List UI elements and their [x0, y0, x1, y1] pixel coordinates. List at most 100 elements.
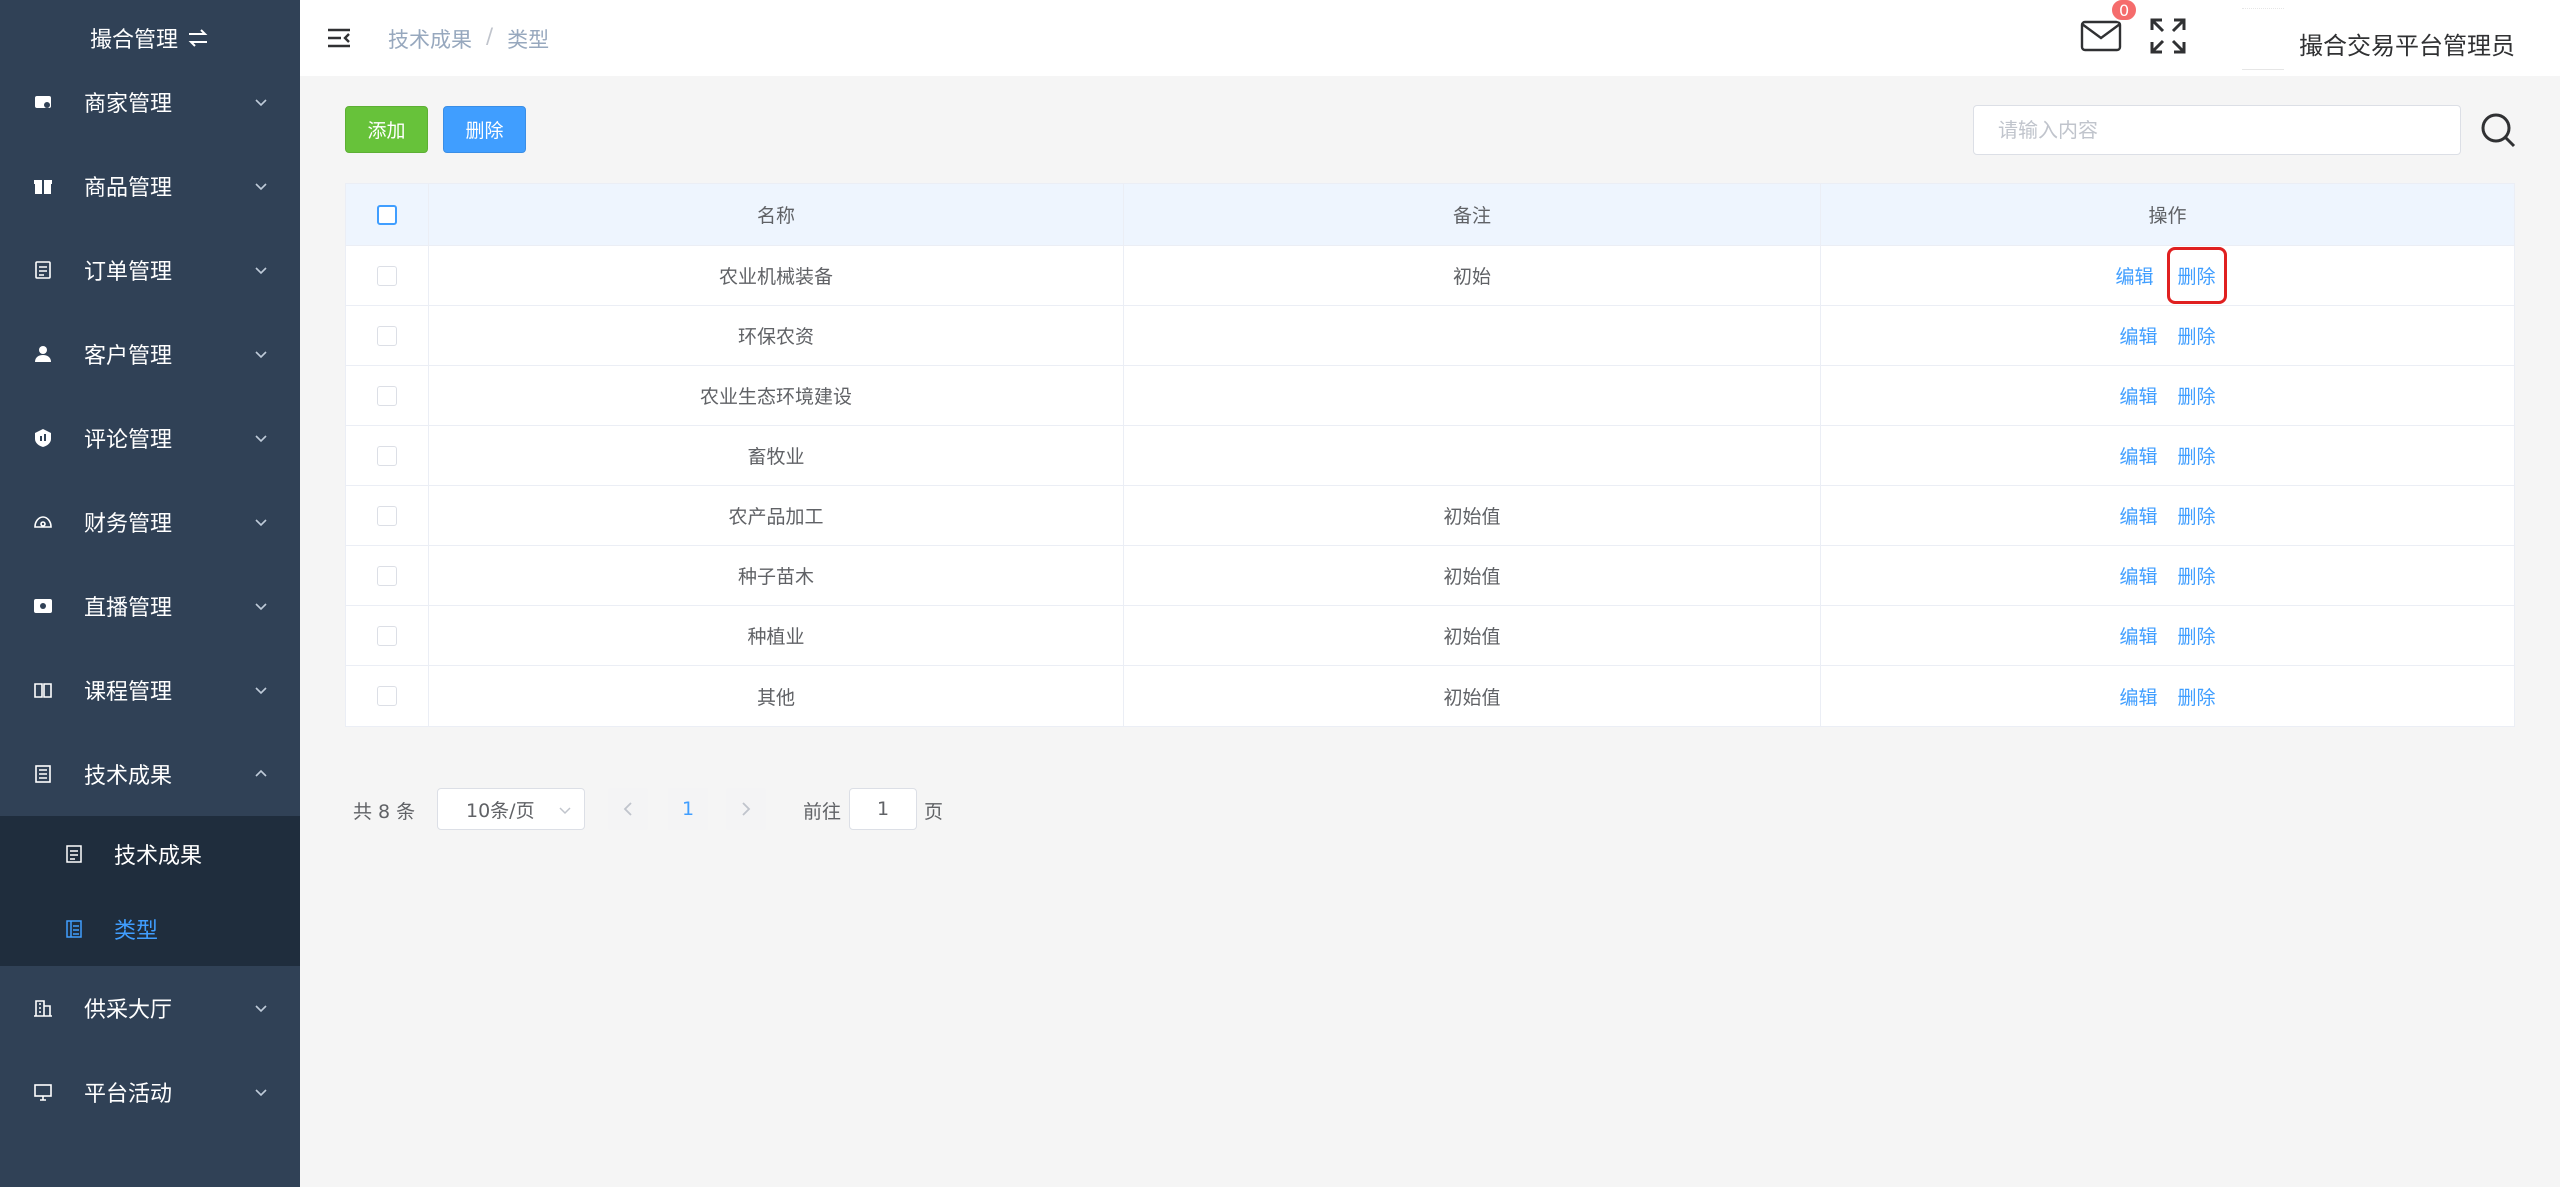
- search-input[interactable]: [1973, 105, 2461, 155]
- sidebar-subitem-type[interactable]: 类型: [0, 891, 300, 966]
- page-size-select[interactable]: 10条/页: [437, 788, 585, 830]
- sidebar-item-activities[interactable]: 平台活动: [0, 1050, 300, 1134]
- chevron-down-icon: [255, 603, 267, 611]
- delete-link[interactable]: 删除: [2176, 318, 2218, 353]
- cell-name: 农产品加工: [429, 486, 1124, 545]
- cell-actions: 编辑 删除: [1821, 546, 2514, 605]
- building-icon: [32, 997, 54, 1019]
- sidebar-item-customers[interactable]: 客户管理: [0, 312, 300, 396]
- sidebar-item-label: 平台活动: [84, 1082, 173, 1107]
- delete-link[interactable]: 删除: [2176, 438, 2218, 473]
- mail-icon[interactable]: [2080, 18, 2122, 54]
- cell-name: 种子苗木: [429, 546, 1124, 605]
- chevron-down-icon: [255, 687, 267, 695]
- edit-link[interactable]: 编辑: [2117, 679, 2159, 714]
- row-check-cell: [346, 606, 429, 665]
- fullscreen-icon[interactable]: [2148, 16, 2188, 56]
- edit-link[interactable]: 编辑: [2113, 258, 2155, 293]
- live-icon: [32, 595, 54, 617]
- edit-link[interactable]: 编辑: [2117, 558, 2159, 593]
- table-row: 环保农资 编辑 删除: [346, 306, 2514, 366]
- row-checkbox[interactable]: [377, 625, 397, 646]
- select-all-checkbox[interactable]: [377, 204, 397, 225]
- chevron-down-icon: [255, 519, 267, 527]
- cell-name: 种植业: [429, 606, 1124, 665]
- table-row: 农产品加工 初始值 编辑 删除: [346, 486, 2514, 546]
- edit-link[interactable]: 编辑: [2117, 318, 2159, 353]
- goto-page-input[interactable]: [849, 788, 917, 830]
- edit-link[interactable]: 编辑: [2117, 498, 2159, 533]
- swap-icon[interactable]: [186, 27, 210, 49]
- sidebar-item-merchant[interactable]: 商家管理: [0, 60, 300, 144]
- table-row: 农业生态环境建设 编辑 删除: [346, 366, 2514, 426]
- row-check-cell: [346, 426, 429, 485]
- add-button[interactable]: 添加: [345, 106, 428, 153]
- sidebar-item-procurement[interactable]: 供采大厅: [0, 966, 300, 1050]
- sidebar-item-courses[interactable]: 课程管理: [0, 648, 300, 732]
- row-check-cell: [346, 666, 429, 726]
- row-checkbox[interactable]: [377, 505, 397, 526]
- comment-icon: [32, 427, 54, 449]
- chevron-down-icon: [559, 807, 571, 815]
- cell-note: 初始值: [1124, 486, 1821, 545]
- table-row: 其他 初始值 编辑 删除: [346, 666, 2514, 726]
- finance-icon: [32, 511, 54, 533]
- delete-link[interactable]: 删除: [2176, 378, 2218, 413]
- cell-note: 初始: [1124, 246, 1821, 305]
- row-checkbox[interactable]: [377, 445, 397, 466]
- avatar[interactable]: [2242, 8, 2284, 70]
- prev-page-button[interactable]: [608, 788, 648, 830]
- delete-link[interactable]: 删除: [2176, 679, 2218, 714]
- sidebar-item-goods[interactable]: 商品管理: [0, 144, 300, 228]
- edit-link[interactable]: 编辑: [2117, 438, 2159, 473]
- row-checkbox[interactable]: [377, 565, 397, 586]
- sidebar-item-label: 评论管理: [84, 428, 173, 453]
- breadcrumb-item[interactable]: 技术成果: [388, 24, 472, 54]
- table-header: 名称 备注 操作: [346, 184, 2514, 246]
- next-page-button[interactable]: [726, 788, 766, 830]
- cell-actions: 编辑 删除: [1821, 606, 2514, 665]
- book-icon: [32, 679, 54, 701]
- chevron-up-icon: [255, 769, 267, 777]
- column-header-name: 名称: [429, 184, 1124, 245]
- cell-actions: 编辑 删除: [1821, 666, 2514, 726]
- goto-suffix: 页: [924, 801, 944, 823]
- page-number-current[interactable]: 1: [668, 788, 708, 830]
- table-row: 畜牧业 编辑 删除: [346, 426, 2514, 486]
- cell-actions: 编辑 删除: [1821, 246, 2514, 305]
- delete-link[interactable]: 删除: [2176, 498, 2218, 533]
- row-checkbox[interactable]: [377, 686, 397, 706]
- submenu-tech: 技术成果 类型: [0, 816, 300, 966]
- delete-link[interactable]: 删除: [2166, 247, 2227, 304]
- hamburger-icon[interactable]: [326, 26, 352, 50]
- sidebar-item-label: 直播管理: [84, 596, 173, 621]
- sidebar-item-label: 供采大厅: [84, 998, 173, 1023]
- breadcrumb: 技术成果 / 类型: [388, 24, 549, 54]
- delete-link[interactable]: 删除: [2176, 618, 2218, 653]
- edit-link[interactable]: 编辑: [2117, 618, 2159, 653]
- notification-badge: 0: [2110, 0, 2139, 22]
- gift-icon: [32, 175, 54, 197]
- sidebar-item-orders[interactable]: 订单管理: [0, 228, 300, 312]
- cell-note: [1124, 306, 1821, 365]
- row-check-cell: [346, 366, 429, 425]
- batch-delete-button[interactable]: 删除: [443, 106, 526, 153]
- sidebar-item-comments[interactable]: 评论管理: [0, 396, 300, 480]
- sidebar-item-finance[interactable]: 财务管理: [0, 480, 300, 564]
- store-icon: [32, 91, 54, 113]
- breadcrumb-separator: /: [486, 24, 494, 48]
- data-table: 名称 备注 操作 农业机械装备 初始 编辑 删除 环保农资 编辑 删除 农业生态…: [345, 183, 2515, 727]
- row-checkbox[interactable]: [377, 265, 397, 286]
- cell-name: 农业生态环境建设: [429, 366, 1124, 425]
- sidebar-item-tech[interactable]: 技术成果: [0, 732, 300, 816]
- row-checkbox[interactable]: [377, 385, 397, 406]
- sidebar-subitem-tech-results[interactable]: 技术成果: [0, 816, 300, 891]
- username[interactable]: 撮合交易平台管理员: [2299, 26, 2515, 61]
- delete-link[interactable]: 删除: [2176, 558, 2218, 593]
- sidebar-item-live[interactable]: 直播管理: [0, 564, 300, 648]
- edit-link[interactable]: 编辑: [2117, 378, 2159, 413]
- topbar: 技术成果 / 类型 0 撮合交易平台管理员: [300, 0, 2560, 76]
- row-checkbox[interactable]: [377, 325, 397, 346]
- cell-note: 初始值: [1124, 606, 1821, 665]
- search-icon[interactable]: [2478, 110, 2518, 150]
